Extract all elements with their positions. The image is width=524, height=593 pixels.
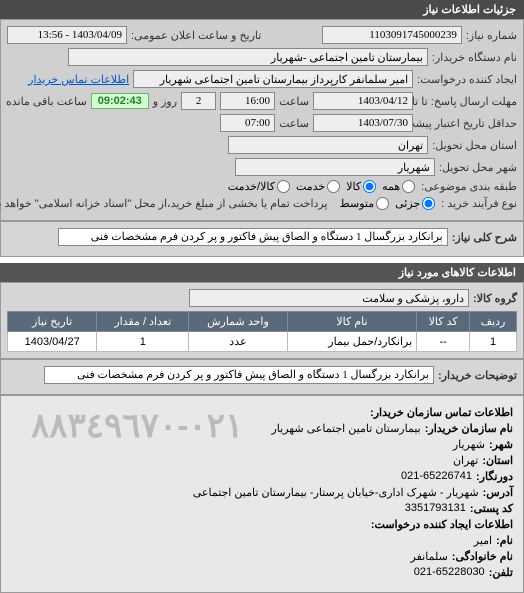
time-label-2: ساعت: [279, 117, 309, 130]
table-row[interactable]: 1 -- برانکارد/حمل بیمار عدد 1 1403/04/27: [8, 332, 517, 352]
deadline-send-label: مهلت ارسال پاسخ: تا تاریخ:: [417, 95, 517, 108]
cell-idx: 1: [470, 332, 517, 352]
buyer-notes-box: توضیحات خریدار: برانکارد بزرگسال 1 دستگا…: [0, 359, 524, 395]
announce-field: [7, 26, 127, 44]
postcode-label: کد پستی:: [470, 502, 513, 515]
validity-time-field: [220, 114, 275, 132]
radio-medium[interactable]: متوسط: [340, 197, 390, 210]
items-section-header: اطلاعات کالاهای مورد نیاز: [0, 263, 524, 282]
contact-section-label: اطلاعات تماس سازمان خریدار:: [370, 406, 513, 419]
need-desc-field[interactable]: برانکارد بزرگسال 1 دستگاه و الصاق پیش فا…: [58, 228, 448, 246]
remain-days-label: روز و: [153, 95, 177, 108]
city2-label: شهر:: [489, 438, 513, 451]
name-val: امیر: [474, 534, 492, 547]
name-label: نام:: [496, 534, 513, 547]
remain-days-field: [181, 92, 216, 110]
phone-label: تلفن:: [489, 566, 513, 579]
form-area: شماره نیاز: تاریخ و ساعت اعلان عمومی: نا…: [0, 19, 524, 221]
address-val: شهریار - شهرک اداری-خیابان پرستار- بیمار…: [193, 486, 479, 499]
items-area: گروه کالا: ردیف کد کالا نام کالا واحد شم…: [0, 282, 524, 359]
creator-section-label: اطلاعات ایجاد کننده درخواست:: [371, 518, 513, 531]
requester-field: [133, 70, 413, 88]
buyer-org-label: نام دستگاه خریدار:: [432, 51, 517, 64]
process-note: پرداخت تمام یا بخشی از مبلغ خرید،از محل …: [0, 197, 328, 210]
province-field: [228, 136, 428, 154]
th-code: کد کالا: [417, 312, 470, 332]
buyer-contact-link[interactable]: اطلاعات تماس خریدار: [28, 73, 129, 86]
buyer-org-field: [68, 48, 428, 66]
group-label: گروه کالا:: [473, 292, 517, 305]
remain-time-badge: 09:02:43: [91, 93, 149, 109]
province2-label: استان:: [482, 454, 513, 467]
city2-val: شهریار: [453, 438, 485, 451]
fax-label: دورنگار:: [476, 470, 513, 483]
family-val: سلمانفر: [411, 550, 448, 563]
panel-header: جزئیات اطلاعات نیاز: [0, 0, 524, 19]
radio-all[interactable]: همه: [382, 180, 415, 193]
phone-val: 021-65228030: [414, 566, 485, 579]
remain-suffix: ساعت باقی مانده: [6, 95, 87, 108]
family-label: نام خانوادگی:: [452, 550, 513, 563]
th-name: نام کالا: [287, 312, 417, 332]
postcode-val: 3351793131: [405, 502, 466, 515]
group-field: [189, 289, 469, 307]
th-unit: واحد شمارش: [189, 312, 288, 332]
radio-partial[interactable]: جزئی: [395, 197, 435, 210]
validity-date-field: [313, 114, 413, 132]
deadline-date-field: [313, 92, 413, 110]
buyer-notes-label: توضیحات خریدار:: [438, 369, 517, 382]
need-desc-label: شرح کلی نیاز:: [452, 231, 517, 244]
province2-val: تهران: [453, 454, 478, 467]
radio-service[interactable]: خدمت: [296, 180, 340, 193]
org-label: نام سازمان خریدار:: [425, 422, 513, 435]
org-val: بیمارستان تامین اجتماعی شهریار: [271, 422, 420, 435]
address-label: آدرس:: [483, 486, 513, 499]
cell-unit: عدد: [189, 332, 288, 352]
process-label: نوع فرآیند خرید :: [441, 197, 517, 210]
category-label: طبقه بندی موضوعی:: [421, 180, 517, 193]
need-number-label: شماره نیاز:: [466, 29, 517, 42]
time-label-1: ساعت: [279, 95, 309, 108]
announce-label: تاریخ و ساعت اعلان عمومی:: [131, 29, 261, 42]
city-label: شهر محل تحویل:: [439, 161, 517, 174]
province-label: استان محل تحویل:: [432, 139, 517, 152]
cell-name: برانکارد/حمل بیمار: [287, 332, 417, 352]
requester-label: ایجاد کننده درخواست:: [417, 73, 517, 86]
need-desc-box: شرح کلی نیاز: برانکارد بزرگسال 1 دستگاه …: [0, 221, 524, 257]
items-table: ردیف کد کالا نام کالا واحد شمارش تعداد /…: [7, 311, 517, 352]
validity-label: حداقل تاریخ اعتبار پیشت: تا تاریخ:: [417, 117, 517, 130]
buyer-notes-field[interactable]: برانکارد بزرگسال 1 دستگاه و الصاق پیش فا…: [44, 366, 434, 384]
cell-date: 1403/04/27: [8, 332, 97, 352]
th-qty: تعداد / مقدار: [97, 312, 189, 332]
th-date: تاریخ نیاز: [8, 312, 97, 332]
contact-block: اطلاعات تماس سازمان خریدار: نام سازمان خ…: [0, 395, 524, 593]
cell-code: --: [417, 332, 470, 352]
fax-val: 021-65226741: [401, 470, 472, 483]
city-field: [235, 158, 435, 176]
radio-goods[interactable]: کالا: [346, 180, 376, 193]
th-idx: ردیف: [470, 312, 517, 332]
need-number-field: [322, 26, 462, 44]
cell-qty: 1: [97, 332, 189, 352]
radio-goods-service[interactable]: کالا/خدمت: [228, 180, 290, 193]
deadline-time-field: [220, 92, 275, 110]
